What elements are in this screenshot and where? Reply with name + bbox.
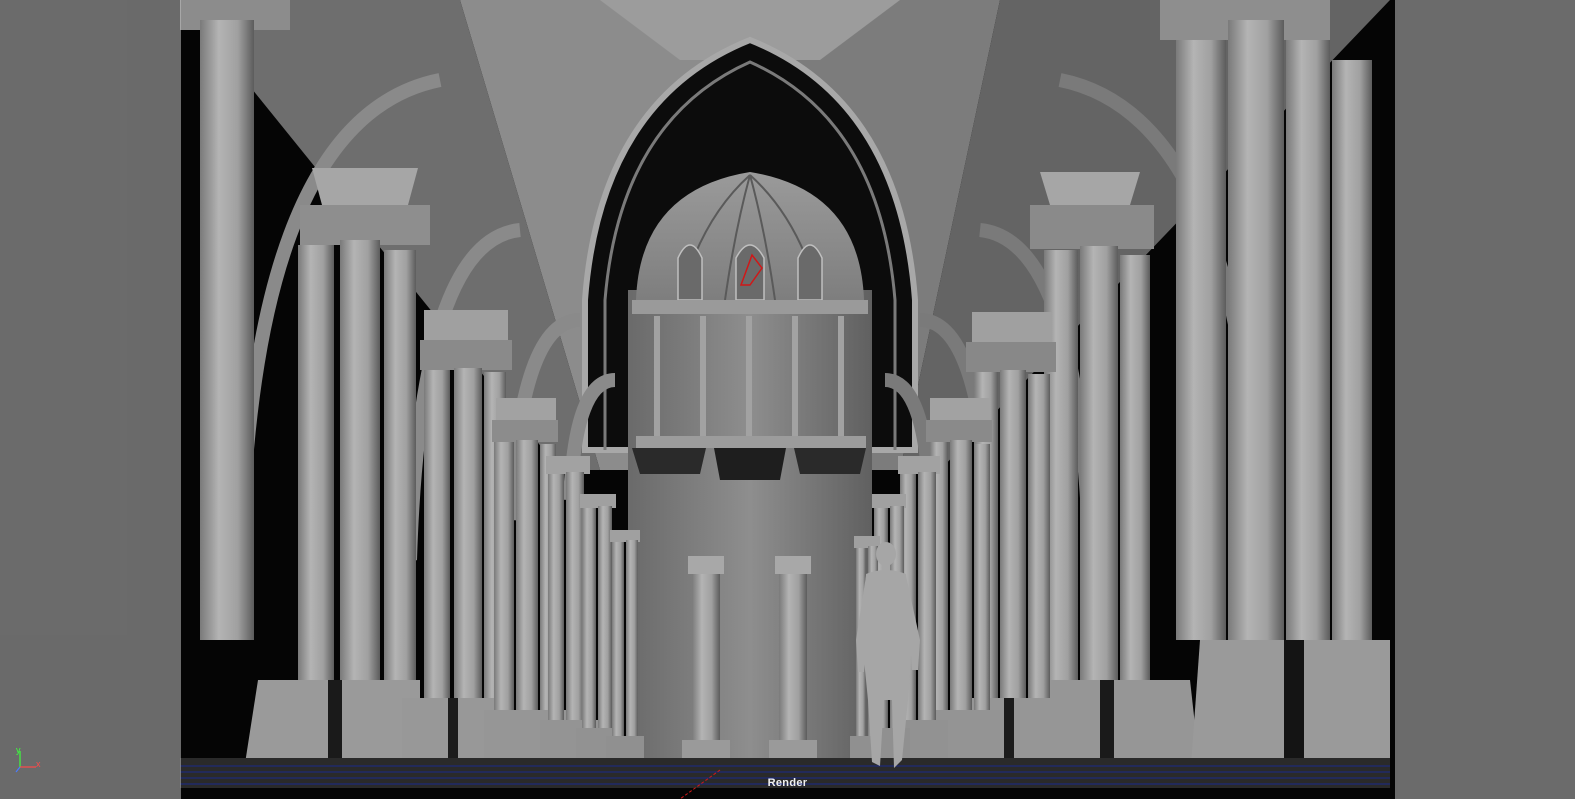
axis-gizmo: y x — [14, 745, 48, 775]
cathedral-scene — [0, 0, 1575, 799]
render-viewport[interactable]: y x Render — [0, 0, 1575, 799]
camera-label: Render — [767, 777, 808, 789]
axis-y-label: y — [16, 745, 21, 755]
axis-x-label: x — [36, 759, 41, 769]
